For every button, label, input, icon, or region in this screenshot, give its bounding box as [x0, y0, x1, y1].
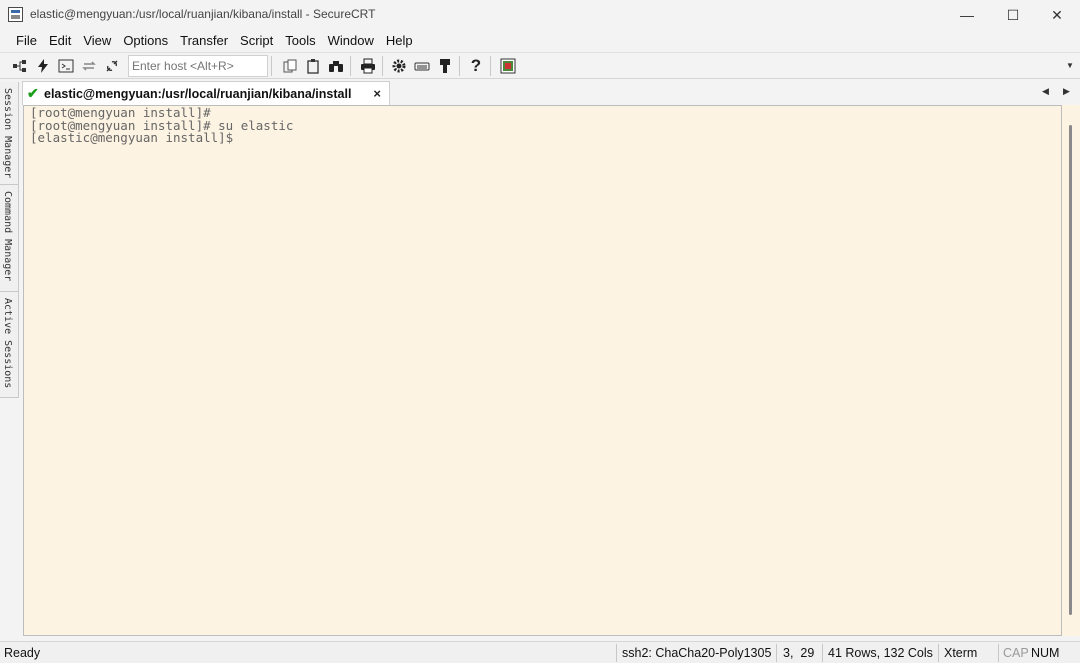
menu-view[interactable]: View: [77, 31, 117, 51]
help-icon[interactable]: ?: [466, 56, 486, 76]
screenshot-icon[interactable]: [498, 56, 518, 76]
check-icon: ✔: [27, 85, 39, 101]
paste-icon[interactable]: [303, 56, 323, 76]
toolbar-divider: [350, 56, 351, 76]
minimize-button[interactable]: —: [944, 0, 990, 30]
menu-file[interactable]: File: [10, 31, 43, 51]
scrollbar-thumb[interactable]: [1069, 125, 1072, 615]
status-cursor-position: 3, 29: [783, 646, 815, 660]
menu-script[interactable]: Script: [234, 31, 279, 51]
terminal-line: [elastic@mengyuan install]$: [30, 130, 234, 145]
session-manager-label: Session Manager: [2, 88, 13, 179]
copy-icon[interactable]: [280, 56, 300, 76]
find-icon[interactable]: [326, 56, 346, 76]
menu-transfer[interactable]: Transfer: [174, 31, 234, 51]
command-manager-label: Command Manager: [2, 191, 13, 282]
tab-scroll-right-icon[interactable]: ▶: [1063, 86, 1070, 97]
active-sessions-label: Active Sessions: [2, 298, 13, 389]
command-manager-tab[interactable]: Command Manager: [0, 185, 19, 292]
toolbar-divider: [271, 56, 272, 76]
status-cipher: ssh2: ChaCha20-Poly1305: [622, 646, 772, 660]
settings-icon[interactable]: [389, 56, 409, 76]
status-terminal-size: 41 Rows, 132 Cols: [828, 646, 933, 660]
maximize-button[interactable]: ☐: [990, 0, 1036, 30]
status-divider: [938, 644, 939, 662]
toolbar-overflow-icon[interactable]: ▼: [1066, 61, 1074, 70]
menu-options[interactable]: Options: [117, 31, 174, 51]
keymap-icon[interactable]: [412, 56, 432, 76]
menu-help[interactable]: Help: [380, 31, 419, 51]
status-divider: [998, 644, 999, 662]
status-divider: [776, 644, 777, 662]
menu-window[interactable]: Window: [322, 31, 380, 51]
reconnect-icon[interactable]: [79, 56, 99, 76]
status-terminal-type: Xterm: [944, 646, 978, 660]
menu-tools[interactable]: Tools: [279, 31, 321, 51]
session-tab[interactable]: ✔ elastic@mengyuan:/usr/local/ruanjian/k…: [22, 81, 390, 105]
terminal-area[interactable]: [root@mengyuan install]# [root@mengyuan …: [23, 105, 1062, 636]
connect-icon[interactable]: [10, 56, 30, 76]
status-num: NUM: [1031, 646, 1060, 660]
host-input[interactable]: [128, 55, 268, 77]
session-tab-label: elastic@mengyuan:/usr/local/ruanjian/kib…: [44, 86, 352, 101]
status-bar: Ready ssh2: ChaCha20-Poly1305 3, 29 41 R…: [0, 641, 1080, 663]
session-manager-tab[interactable]: Session Manager: [0, 82, 19, 185]
window-title: elastic@mengyuan:/usr/local/ruanjian/kib…: [30, 7, 376, 21]
toolbar-divider: [490, 56, 491, 76]
securecrt-app-icon[interactable]: [8, 7, 23, 22]
tab-scroll-left-icon[interactable]: ◀: [1042, 86, 1049, 97]
toolbar-divider: [459, 56, 460, 76]
status-divider: [616, 644, 617, 662]
status-ready: Ready: [4, 646, 41, 660]
close-button[interactable]: ✕: [1034, 0, 1080, 30]
quick-connect-icon[interactable]: [33, 56, 53, 76]
sftp-icon[interactable]: [435, 56, 455, 76]
session-tab-bar: ✔ elastic@mengyuan:/usr/local/ruanjian/k…: [22, 80, 1080, 105]
menu-bar: File Edit View Options Transfer Script T…: [0, 30, 1080, 52]
title-bar: elastic@mengyuan:/usr/local/ruanjian/kib…: [0, 0, 1080, 30]
print-icon[interactable]: [358, 56, 378, 76]
connect-shell-icon[interactable]: [56, 56, 76, 76]
tab-close-icon[interactable]: ×: [373, 86, 381, 101]
securecrt-window: elastic@mengyuan:/usr/local/ruanjian/kib…: [0, 0, 1080, 663]
disconnect-icon[interactable]: [102, 56, 122, 76]
menu-edit[interactable]: Edit: [43, 31, 77, 51]
toolbar: ? ▼: [0, 52, 1080, 79]
side-tab-strip: Session Manager Command Manager Active S…: [0, 82, 19, 400]
terminal-scrollbar[interactable]: [1062, 105, 1080, 636]
status-divider: [822, 644, 823, 662]
toolbar-divider: [382, 56, 383, 76]
status-cap: CAP: [1003, 646, 1029, 660]
active-sessions-tab[interactable]: Active Sessions: [0, 292, 19, 398]
